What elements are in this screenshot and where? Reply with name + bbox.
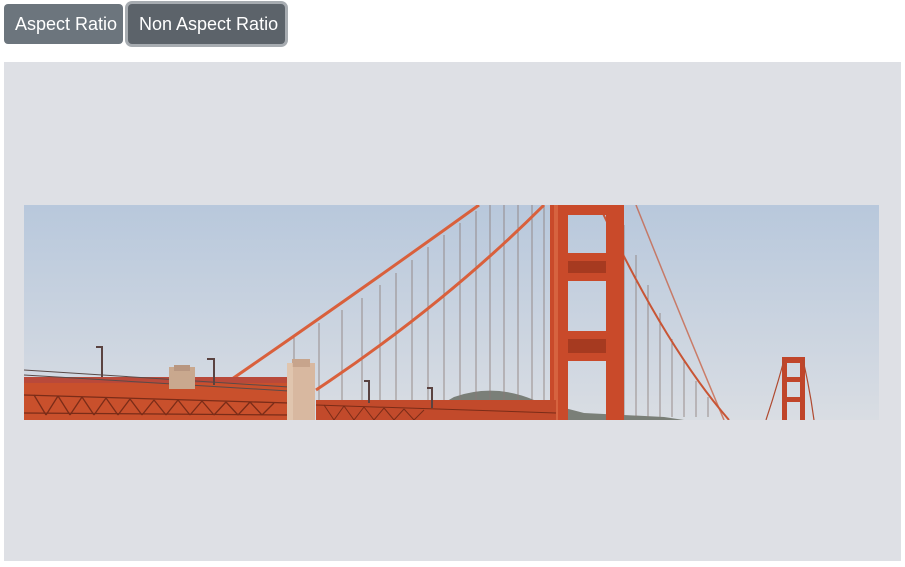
aspect-ratio-button[interactable]: Aspect Ratio — [4, 4, 123, 44]
non-aspect-ratio-button[interactable]: Non Aspect Ratio — [128, 4, 285, 44]
toolbar: Aspect Ratio Non Aspect Ratio — [0, 0, 905, 50]
golden-gate-bridge-illustration — [24, 205, 879, 420]
image-stage — [4, 62, 901, 561]
bridge-image — [24, 205, 879, 420]
